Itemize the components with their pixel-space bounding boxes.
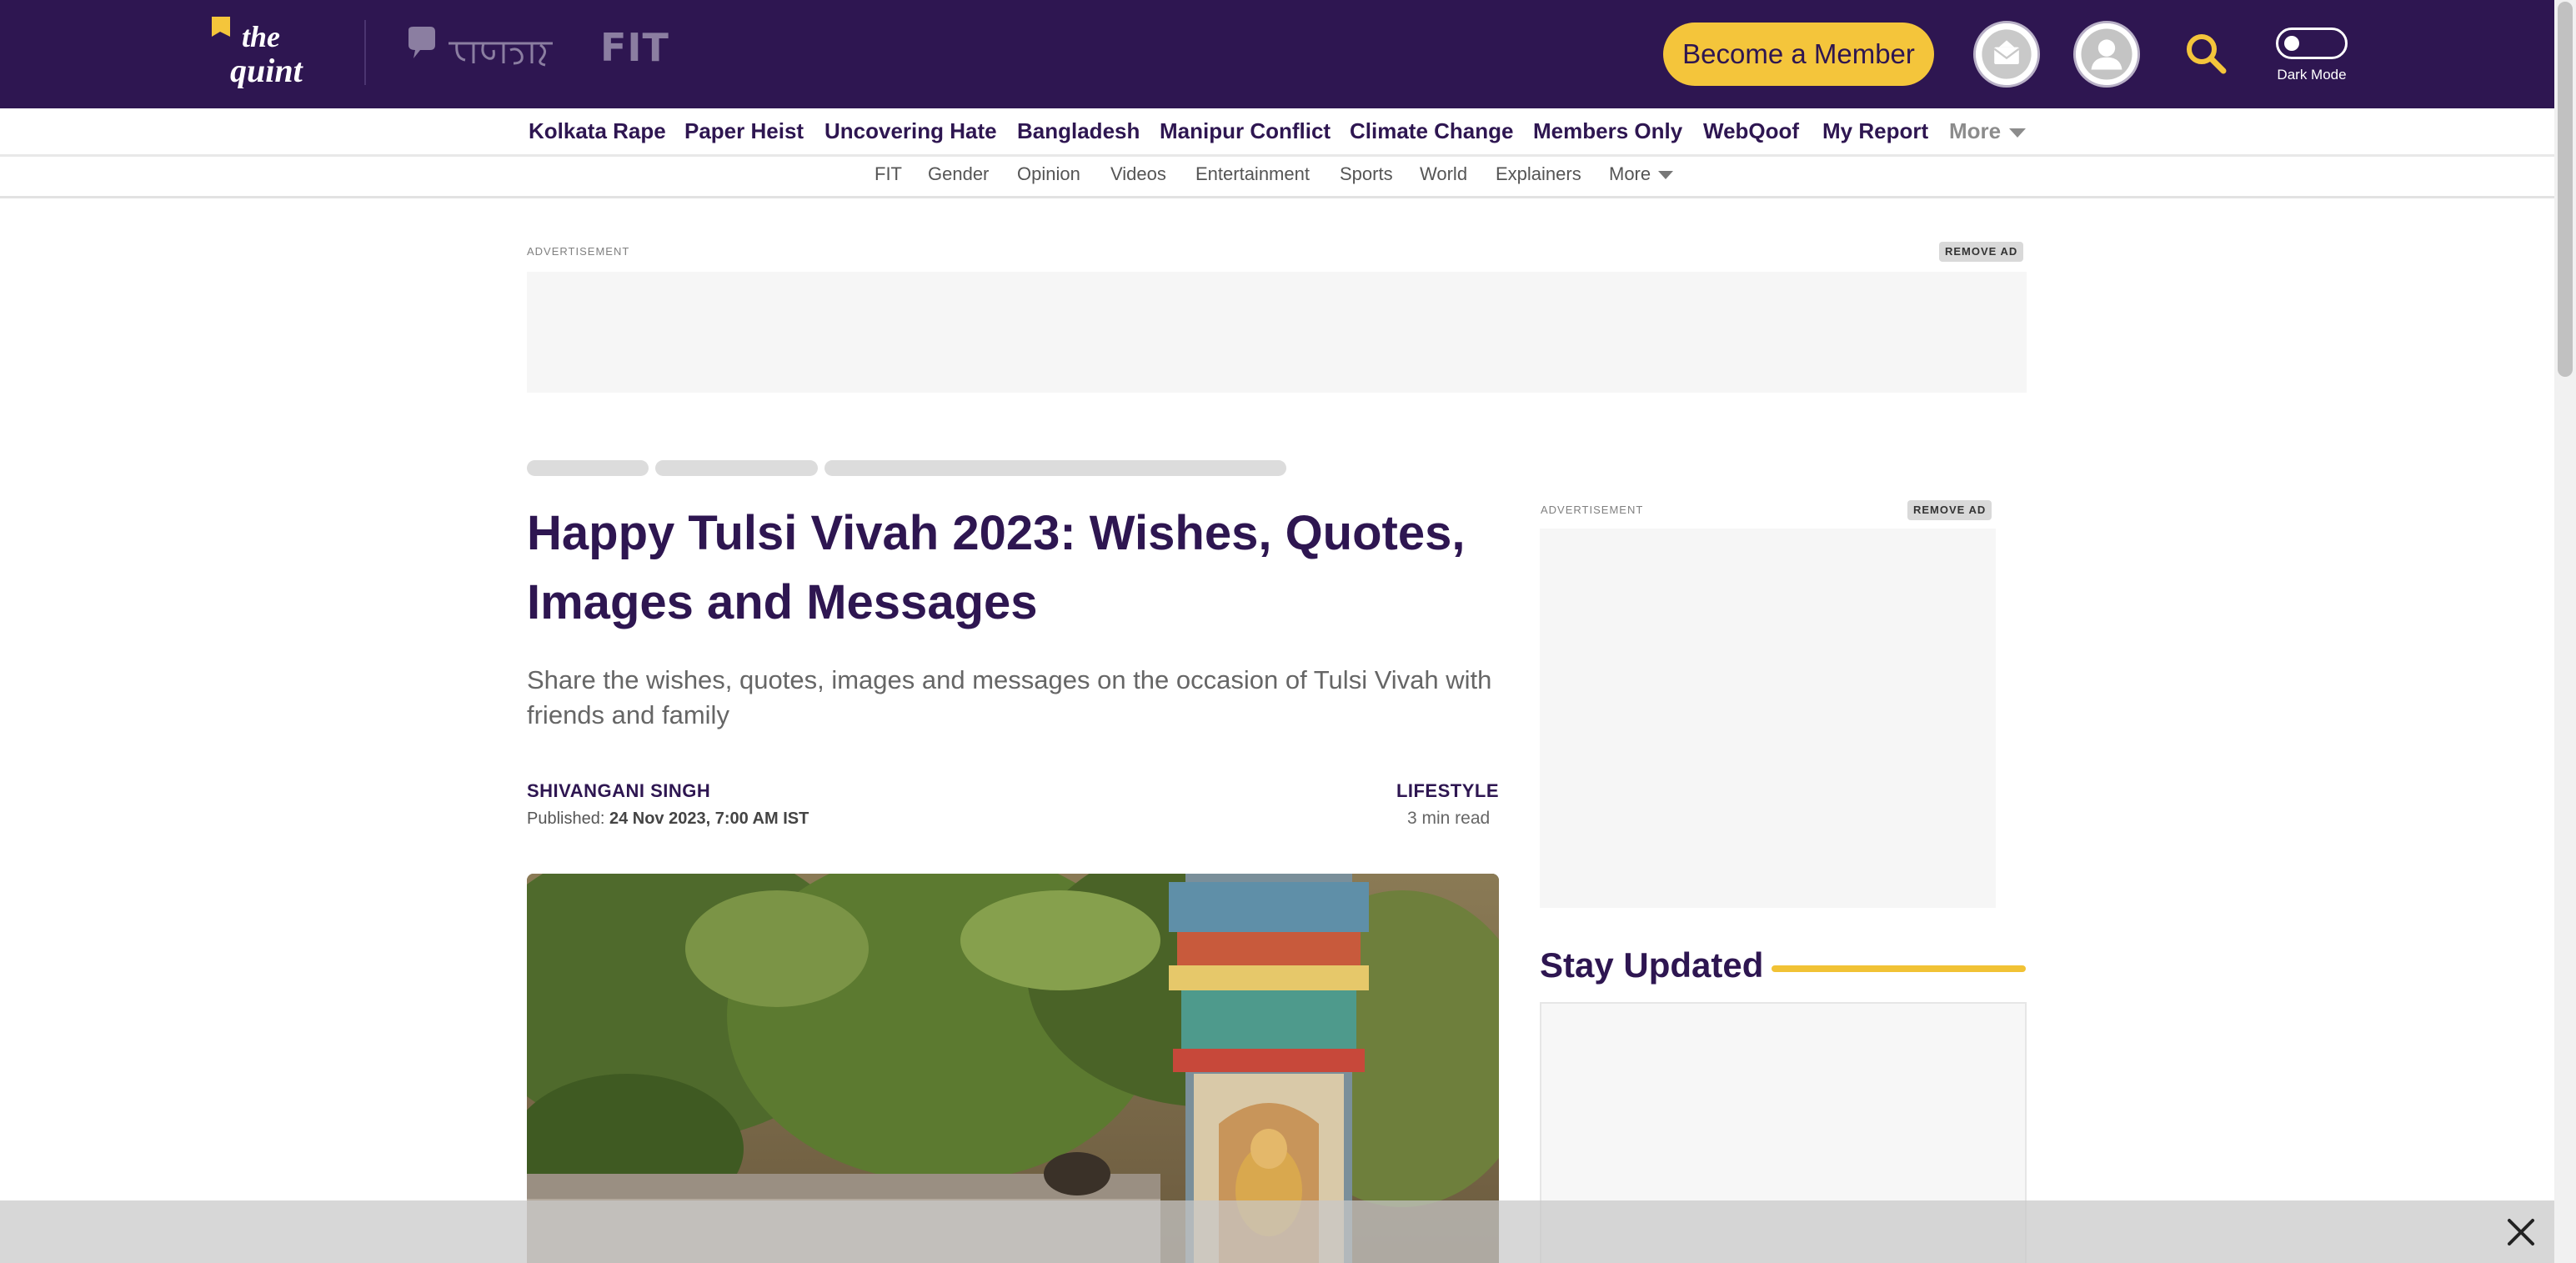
nav-item-climate-change[interactable]: Climate Change [1350,118,1514,144]
sidebar-remove-ad-button[interactable]: REMOVE AD [1907,500,1992,520]
published-info: Published: 24 Nov 2023, 7:00 AM IST [527,809,809,829]
read-time: 3 min read [1407,809,1491,828]
primary-nav: Kolkata Rape Paper Heist Uncovering Hate… [0,108,2554,157]
secondary-nav: FIT Gender Opinion Videos Entertainment … [0,158,2554,198]
subnav-item-fit[interactable]: FIT [875,163,902,185]
site-header: the quint FIT Become a Member Dark Mode [0,0,2554,108]
logo-the-text: the [242,20,280,53]
breadcrumb-placeholder [824,460,1286,476]
stay-updated-underline [1772,965,2026,972]
nav-item-manipur-conflict[interactable]: Manipur Conflict [1160,118,1331,144]
stay-updated-heading: Stay Updated [1540,945,1764,985]
dark-mode-toggle[interactable] [2276,28,2348,59]
section-tag-link[interactable]: LIFESTYLE [1396,780,1499,802]
nav-item-uncovering-hate[interactable]: Uncovering Hate [824,118,997,144]
published-date: 24 Nov 2023, 7:00 AM IST [609,809,809,828]
nav-item-paper-heist[interactable]: Paper Heist [684,118,804,144]
subnav-item-gender[interactable]: Gender [928,163,989,185]
nav-more-label: More [1949,118,2002,143]
the-quint-logo[interactable]: the quint [208,13,333,89]
top-ad-label: ADVERTISEMENT [527,245,630,258]
quint-hindi-logo[interactable] [407,25,557,75]
nav-item-my-report[interactable]: My Report [1822,118,1928,144]
page-scrollbar-thumb[interactable] [2558,2,2573,377]
toggle-knob [2284,36,2299,51]
sticky-ad-bar [0,1200,2554,1263]
top-remove-ad-button[interactable]: REMOVE AD [1939,242,2024,262]
subnav-more-label: More [1609,163,1651,184]
nav-item-webqoof[interactable]: WebQoof [1703,118,1799,144]
nav-item-kolkata-rape[interactable]: Kolkata Rape [529,118,666,144]
nav-more-menu[interactable]: More [1949,118,2027,144]
sidebar-ad-slot[interactable] [1540,529,1996,908]
nav-item-bangladesh[interactable]: Bangladesh [1017,118,1140,144]
sidebar-ad-label: ADVERTISEMENT [1541,504,1644,516]
logo-quint-text: quint [230,52,304,88]
subnav-item-explainers[interactable]: Explainers [1496,163,1581,185]
user-icon [2076,23,2137,85]
subnav-more-menu[interactable]: More [1609,163,1674,185]
breadcrumb-placeholder [655,460,818,476]
top-ad-slot[interactable] [527,272,2027,393]
logo-divider [364,20,366,85]
published-label: Published: [527,809,605,828]
subnav-item-opinion[interactable]: Opinion [1017,163,1080,185]
fit-logo[interactable]: FIT [600,25,669,70]
newsletter-button[interactable] [1973,21,2040,88]
article-subheadline: Share the wishes, quotes, images and mes… [527,665,1492,729]
search-button[interactable] [2183,30,2229,77]
search-icon [2187,34,2227,74]
subnav-item-world[interactable]: World [1420,163,1467,185]
close-icon [2508,1219,2534,1245]
chevron-down-icon [2009,128,2027,138]
author-name-link[interactable]: SHIVANGANI SINGH [527,780,710,802]
subnav-item-videos[interactable]: Videos [1110,163,1166,185]
nav-item-members-only[interactable]: Members Only [1533,118,1682,144]
subnav-item-entertainment[interactable]: Entertainment [1195,163,1310,185]
article-title: Happy Tulsi Vivah 2023: Wishes, Quotes, … [527,506,1466,629]
subnav-item-sports[interactable]: Sports [1340,163,1393,185]
chevron-down-icon [1658,171,1674,180]
user-profile-button[interactable] [2073,21,2140,88]
breadcrumb-placeholder [527,460,649,476]
become-member-button[interactable]: Become a Member [1663,23,1934,86]
dark-mode-label: Dark Mode [2277,67,2347,83]
close-sticky-ad-button[interactable] [2504,1215,2538,1249]
newsletter-icon [1976,23,2037,85]
